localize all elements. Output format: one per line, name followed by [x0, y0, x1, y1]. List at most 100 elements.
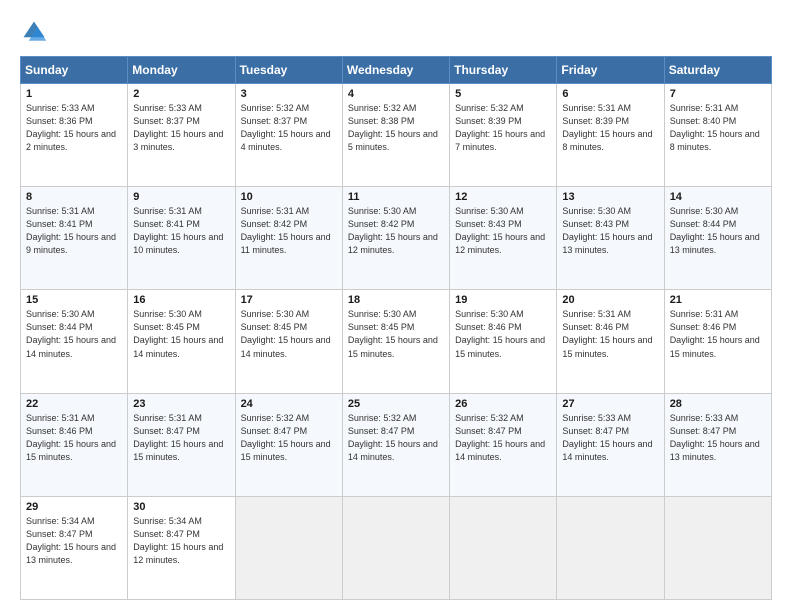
- calendar-day-cell: 11 Sunrise: 5:30 AM Sunset: 8:42 PM Dayl…: [342, 187, 449, 290]
- calendar-week-row: 15 Sunrise: 5:30 AM Sunset: 8:44 PM Dayl…: [21, 290, 772, 393]
- day-number: 21: [670, 294, 766, 306]
- day-number: 3: [241, 88, 337, 100]
- day-number: 4: [348, 88, 444, 100]
- calendar-week-row: 8 Sunrise: 5:31 AM Sunset: 8:41 PM Dayli…: [21, 187, 772, 290]
- calendar-day-cell: 2 Sunrise: 5:33 AM Sunset: 8:37 PM Dayli…: [128, 84, 235, 187]
- calendar-day-cell: 22 Sunrise: 5:31 AM Sunset: 8:46 PM Dayl…: [21, 393, 128, 496]
- calendar-table: SundayMondayTuesdayWednesdayThursdayFrid…: [20, 56, 772, 600]
- calendar-body: 1 Sunrise: 5:33 AM Sunset: 8:36 PM Dayli…: [21, 84, 772, 600]
- day-number: 7: [670, 88, 766, 100]
- calendar-day-cell: 1 Sunrise: 5:33 AM Sunset: 8:36 PM Dayli…: [21, 84, 128, 187]
- day-number: 28: [670, 398, 766, 410]
- day-info: Sunrise: 5:34 AM Sunset: 8:47 PM Dayligh…: [26, 515, 122, 567]
- calendar-day-cell: [450, 496, 557, 599]
- day-info: Sunrise: 5:32 AM Sunset: 8:47 PM Dayligh…: [241, 412, 337, 464]
- day-info: Sunrise: 5:31 AM Sunset: 8:46 PM Dayligh…: [562, 308, 658, 360]
- day-number: 9: [133, 191, 229, 203]
- day-number: 10: [241, 191, 337, 203]
- day-number: 14: [670, 191, 766, 203]
- calendar-day-cell: 8 Sunrise: 5:31 AM Sunset: 8:41 PM Dayli…: [21, 187, 128, 290]
- calendar-day-cell: 13 Sunrise: 5:30 AM Sunset: 8:43 PM Dayl…: [557, 187, 664, 290]
- calendar-day-cell: 29 Sunrise: 5:34 AM Sunset: 8:47 PM Dayl…: [21, 496, 128, 599]
- calendar-day-cell: 3 Sunrise: 5:32 AM Sunset: 8:37 PM Dayli…: [235, 84, 342, 187]
- day-info: Sunrise: 5:31 AM Sunset: 8:46 PM Dayligh…: [670, 308, 766, 360]
- day-info: Sunrise: 5:30 AM Sunset: 8:44 PM Dayligh…: [670, 205, 766, 257]
- day-number: 16: [133, 294, 229, 306]
- calendar-day-cell: 17 Sunrise: 5:30 AM Sunset: 8:45 PM Dayl…: [235, 290, 342, 393]
- calendar-day-cell: 16 Sunrise: 5:30 AM Sunset: 8:45 PM Dayl…: [128, 290, 235, 393]
- logo: [20, 18, 52, 46]
- calendar-day-cell: 12 Sunrise: 5:30 AM Sunset: 8:43 PM Dayl…: [450, 187, 557, 290]
- day-info: Sunrise: 5:30 AM Sunset: 8:45 PM Dayligh…: [133, 308, 229, 360]
- calendar-day-cell: 14 Sunrise: 5:30 AM Sunset: 8:44 PM Dayl…: [664, 187, 771, 290]
- day-info: Sunrise: 5:32 AM Sunset: 8:37 PM Dayligh…: [241, 102, 337, 154]
- calendar-day-cell: 23 Sunrise: 5:31 AM Sunset: 8:47 PM Dayl…: [128, 393, 235, 496]
- calendar-day-cell: 10 Sunrise: 5:31 AM Sunset: 8:42 PM Dayl…: [235, 187, 342, 290]
- day-info: Sunrise: 5:31 AM Sunset: 8:41 PM Dayligh…: [26, 205, 122, 257]
- day-info: Sunrise: 5:31 AM Sunset: 8:40 PM Dayligh…: [670, 102, 766, 154]
- day-number: 27: [562, 398, 658, 410]
- calendar-day-cell: [342, 496, 449, 599]
- calendar-header-day: Saturday: [664, 57, 771, 84]
- day-info: Sunrise: 5:31 AM Sunset: 8:47 PM Dayligh…: [133, 412, 229, 464]
- day-number: 12: [455, 191, 551, 203]
- calendar-day-cell: 6 Sunrise: 5:31 AM Sunset: 8:39 PM Dayli…: [557, 84, 664, 187]
- day-info: Sunrise: 5:31 AM Sunset: 8:46 PM Dayligh…: [26, 412, 122, 464]
- day-number: 24: [241, 398, 337, 410]
- calendar-day-cell: 18 Sunrise: 5:30 AM Sunset: 8:45 PM Dayl…: [342, 290, 449, 393]
- calendar-header-day: Thursday: [450, 57, 557, 84]
- day-number: 17: [241, 294, 337, 306]
- calendar-day-cell: 15 Sunrise: 5:30 AM Sunset: 8:44 PM Dayl…: [21, 290, 128, 393]
- day-info: Sunrise: 5:32 AM Sunset: 8:47 PM Dayligh…: [348, 412, 444, 464]
- day-number: 20: [562, 294, 658, 306]
- day-info: Sunrise: 5:31 AM Sunset: 8:42 PM Dayligh…: [241, 205, 337, 257]
- day-number: 5: [455, 88, 551, 100]
- calendar-day-cell: [557, 496, 664, 599]
- day-number: 25: [348, 398, 444, 410]
- calendar-day-cell: 27 Sunrise: 5:33 AM Sunset: 8:47 PM Dayl…: [557, 393, 664, 496]
- day-number: 26: [455, 398, 551, 410]
- day-number: 11: [348, 191, 444, 203]
- calendar-day-cell: [664, 496, 771, 599]
- day-info: Sunrise: 5:33 AM Sunset: 8:47 PM Dayligh…: [562, 412, 658, 464]
- day-info: Sunrise: 5:33 AM Sunset: 8:36 PM Dayligh…: [26, 102, 122, 154]
- calendar-week-row: 22 Sunrise: 5:31 AM Sunset: 8:46 PM Dayl…: [21, 393, 772, 496]
- header: [20, 18, 772, 46]
- day-number: 6: [562, 88, 658, 100]
- calendar-day-cell: 30 Sunrise: 5:34 AM Sunset: 8:47 PM Dayl…: [128, 496, 235, 599]
- day-info: Sunrise: 5:31 AM Sunset: 8:39 PM Dayligh…: [562, 102, 658, 154]
- calendar-day-cell: 21 Sunrise: 5:31 AM Sunset: 8:46 PM Dayl…: [664, 290, 771, 393]
- calendar-day-cell: 25 Sunrise: 5:32 AM Sunset: 8:47 PM Dayl…: [342, 393, 449, 496]
- calendar-header-day: Tuesday: [235, 57, 342, 84]
- calendar-header-day: Friday: [557, 57, 664, 84]
- calendar-day-cell: 26 Sunrise: 5:32 AM Sunset: 8:47 PM Dayl…: [450, 393, 557, 496]
- calendar-day-cell: 4 Sunrise: 5:32 AM Sunset: 8:38 PM Dayli…: [342, 84, 449, 187]
- calendar-day-cell: 24 Sunrise: 5:32 AM Sunset: 8:47 PM Dayl…: [235, 393, 342, 496]
- day-number: 30: [133, 501, 229, 513]
- day-info: Sunrise: 5:30 AM Sunset: 8:44 PM Dayligh…: [26, 308, 122, 360]
- day-number: 18: [348, 294, 444, 306]
- calendar-day-cell: 19 Sunrise: 5:30 AM Sunset: 8:46 PM Dayl…: [450, 290, 557, 393]
- calendar-week-row: 1 Sunrise: 5:33 AM Sunset: 8:36 PM Dayli…: [21, 84, 772, 187]
- day-number: 8: [26, 191, 122, 203]
- calendar-day-cell: 28 Sunrise: 5:33 AM Sunset: 8:47 PM Dayl…: [664, 393, 771, 496]
- day-number: 19: [455, 294, 551, 306]
- day-info: Sunrise: 5:33 AM Sunset: 8:37 PM Dayligh…: [133, 102, 229, 154]
- calendar-day-cell: [235, 496, 342, 599]
- day-number: 22: [26, 398, 122, 410]
- day-info: Sunrise: 5:30 AM Sunset: 8:43 PM Dayligh…: [455, 205, 551, 257]
- day-number: 15: [26, 294, 122, 306]
- calendar-week-row: 29 Sunrise: 5:34 AM Sunset: 8:47 PM Dayl…: [21, 496, 772, 599]
- day-info: Sunrise: 5:32 AM Sunset: 8:38 PM Dayligh…: [348, 102, 444, 154]
- day-info: Sunrise: 5:32 AM Sunset: 8:39 PM Dayligh…: [455, 102, 551, 154]
- calendar-header-day: Monday: [128, 57, 235, 84]
- day-info: Sunrise: 5:30 AM Sunset: 8:43 PM Dayligh…: [562, 205, 658, 257]
- day-info: Sunrise: 5:30 AM Sunset: 8:42 PM Dayligh…: [348, 205, 444, 257]
- day-info: Sunrise: 5:34 AM Sunset: 8:47 PM Dayligh…: [133, 515, 229, 567]
- day-number: 13: [562, 191, 658, 203]
- day-info: Sunrise: 5:30 AM Sunset: 8:45 PM Dayligh…: [241, 308, 337, 360]
- calendar-day-cell: 5 Sunrise: 5:32 AM Sunset: 8:39 PM Dayli…: [450, 84, 557, 187]
- page: SundayMondayTuesdayWednesdayThursdayFrid…: [0, 0, 792, 612]
- day-info: Sunrise: 5:33 AM Sunset: 8:47 PM Dayligh…: [670, 412, 766, 464]
- day-number: 23: [133, 398, 229, 410]
